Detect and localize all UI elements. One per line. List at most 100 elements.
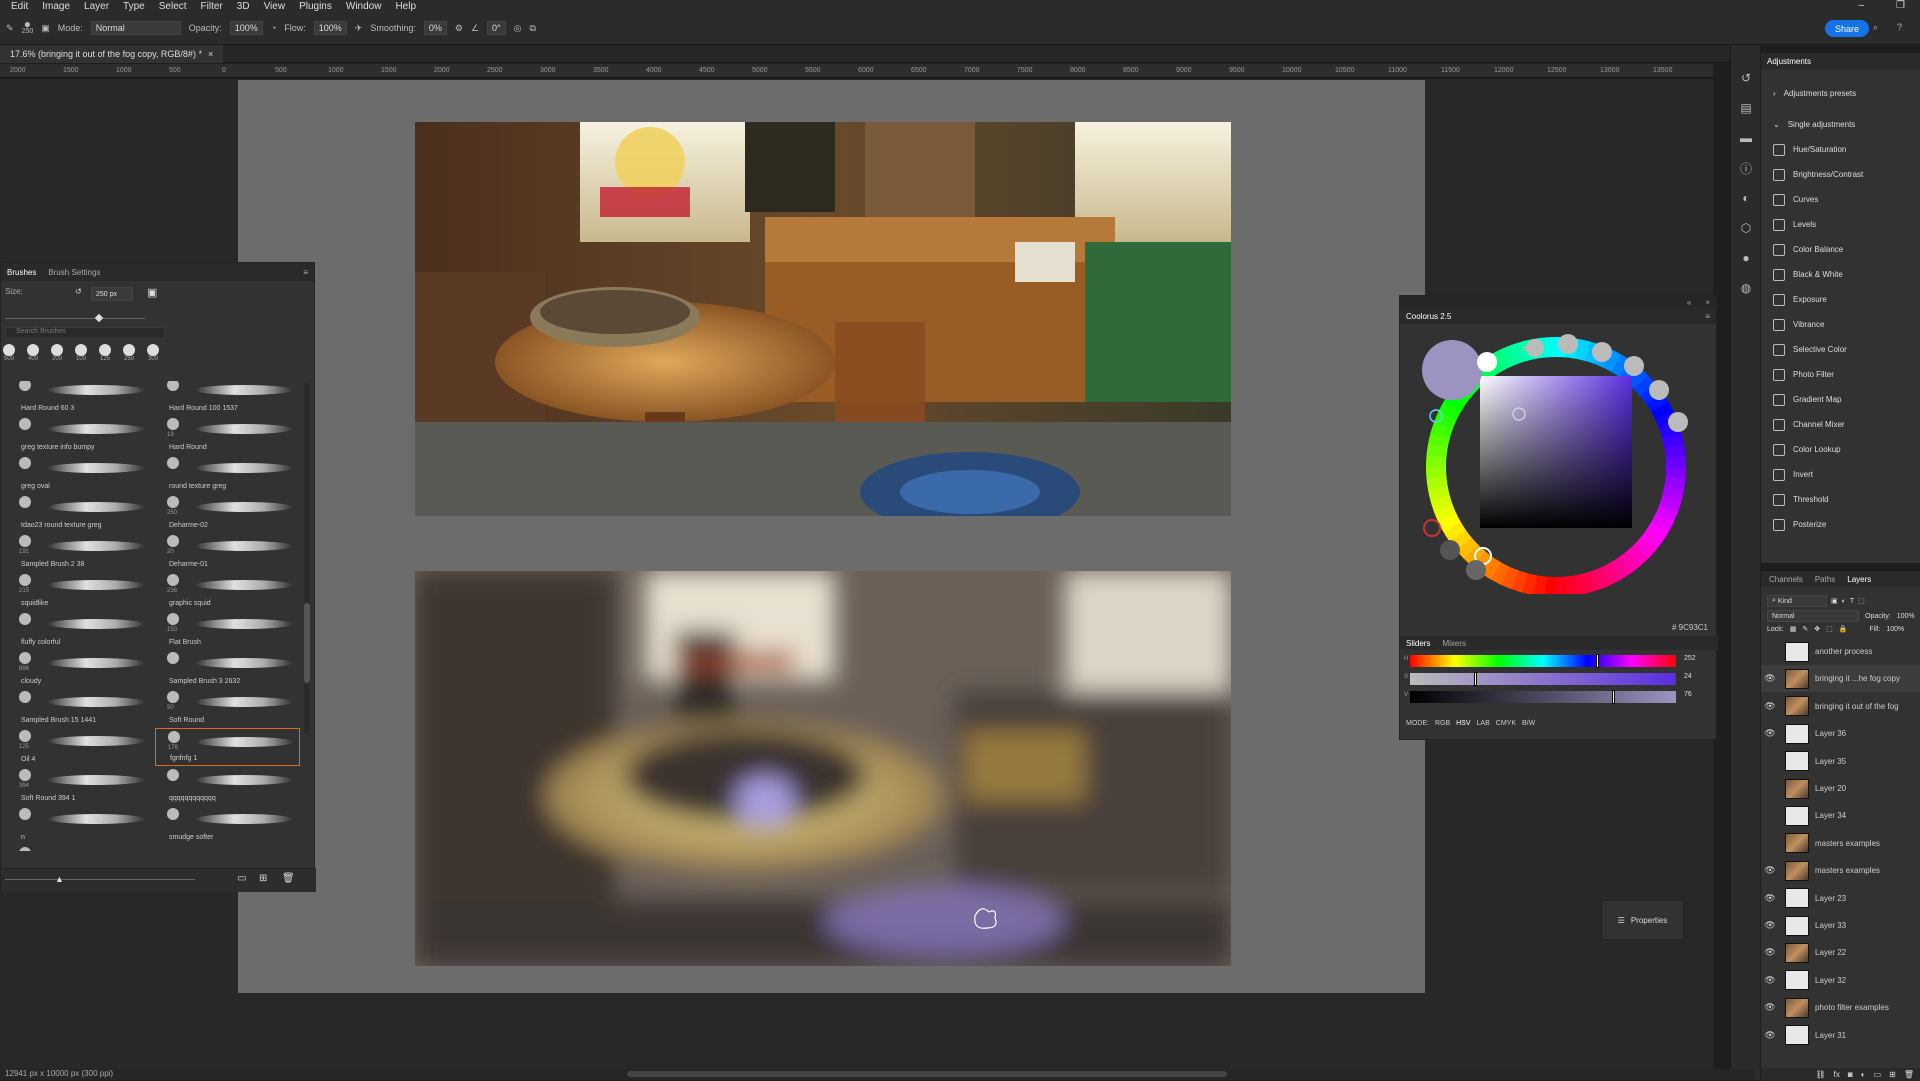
- adjustment-item[interactable]: Posterize: [1761, 512, 1920, 537]
- menu-image[interactable]: Image: [35, 1, 77, 12]
- 3d-icon[interactable]: ⬡: [1731, 213, 1761, 243]
- new-layer-icon[interactable]: ⊞: [1889, 1070, 1896, 1079]
- reset-size-icon[interactable]: ↺: [75, 287, 82, 296]
- layer-row[interactable]: 👁 Layer 31: [1761, 1022, 1920, 1049]
- brush-list-scroll-thumb[interactable]: [304, 603, 310, 683]
- adjustment-item[interactable]: Color Balance: [1761, 237, 1920, 262]
- trash-icon[interactable]: 🗑: [1904, 1070, 1914, 1079]
- adjustment-item[interactable]: Levels: [1761, 212, 1920, 237]
- menu-layer[interactable]: Layer: [77, 1, 116, 12]
- visibility-eye-icon[interactable]: 👁: [1761, 673, 1779, 684]
- adjustment-item[interactable]: Exposure: [1761, 287, 1920, 312]
- single-adjustments-toggle[interactable]: ⌄ Single adjustments: [1761, 112, 1920, 137]
- menu-select[interactable]: Select: [152, 1, 194, 12]
- adjustment-item[interactable]: Selective Color: [1761, 337, 1920, 362]
- painting-layer[interactable]: [415, 571, 1231, 966]
- color-slider-track[interactable]: [1410, 672, 1676, 686]
- close-icon[interactable]: ×: [1705, 298, 1716, 307]
- visibility-eye-icon[interactable]: 👁: [1761, 865, 1779, 876]
- blend-mode-select[interactable]: Normal: [1767, 610, 1859, 622]
- layer-name[interactable]: bringing it out of the fog: [1815, 702, 1899, 711]
- group-icon[interactable]: ▭: [1874, 1070, 1882, 1079]
- pressure-size-icon[interactable]: ◎: [514, 23, 522, 34]
- color-slider-track[interactable]: [1410, 690, 1676, 704]
- brush-size-preset[interactable]: 200: [51, 344, 63, 362]
- color-mode-button[interactable]: HSV: [1456, 720, 1470, 727]
- adjustment-item[interactable]: Threshold: [1761, 487, 1920, 512]
- layer-name[interactable]: another process: [1815, 647, 1872, 656]
- layer-name[interactable]: bringing it ...he fog copy: [1815, 674, 1900, 683]
- layer-name[interactable]: Layer 22: [1815, 948, 1846, 957]
- brush-preset-item[interactable]: 125 Oil 4: [7, 728, 152, 766]
- color-mode-button[interactable]: RGB: [1435, 720, 1450, 727]
- smoothing-field[interactable]: 0%: [423, 21, 447, 35]
- visibility-eye-icon[interactable]: 👁: [1761, 1030, 1779, 1041]
- menu-type[interactable]: Type: [116, 1, 152, 12]
- type-filter-icon[interactable]: T: [1850, 598, 1854, 605]
- preview-size-slider[interactable]: [5, 879, 195, 880]
- brush-preset-item[interactable]: 215 squidlike: [7, 572, 152, 610]
- size-slider[interactable]: [5, 318, 145, 319]
- layer-name[interactable]: Layer 20: [1815, 784, 1846, 793]
- properties-icon[interactable]: ◐: [1731, 183, 1761, 213]
- layer-row[interactable]: 👁 bringing it out of the fog: [1761, 693, 1920, 720]
- history-icon[interactable]: ↺: [1731, 63, 1761, 93]
- brush-preset-item[interactable]: 236 graphic squid: [155, 572, 300, 610]
- shape-filter-icon[interactable]: ⬚: [1858, 597, 1865, 605]
- visibility-eye-icon[interactable]: 👁: [1761, 728, 1779, 739]
- menu-filter[interactable]: Filter: [194, 1, 230, 12]
- new-brush-icon[interactable]: ▣: [147, 286, 157, 299]
- image-filter-icon[interactable]: ▣: [1831, 597, 1838, 605]
- mask-icon[interactable]: ◙: [1848, 1070, 1853, 1079]
- brush-preset-item[interactable]: round texture greg: [155, 455, 300, 493]
- preview-size-handle[interactable]: ▲: [55, 874, 64, 884]
- lock-all-icon[interactable]: 🔒: [1839, 625, 1848, 633]
- adjustment-item[interactable]: Vibrance: [1761, 312, 1920, 337]
- brush-settings-icon[interactable]: ▣: [41, 23, 50, 34]
- layer-row[interactable]: 👁 Layer 32: [1761, 967, 1920, 994]
- kind-filter-select[interactable]: ⌕ Kind: [1767, 595, 1827, 607]
- brush-size-preset[interactable]: 125: [99, 344, 111, 362]
- layer-name[interactable]: Layer 32: [1815, 976, 1846, 985]
- angle-field[interactable]: 0°: [487, 21, 506, 35]
- layer-row[interactable]: Layer 20: [1761, 775, 1920, 802]
- layer-opacity-value[interactable]: 100%: [1897, 613, 1915, 620]
- collapse-icon[interactable]: «: [1687, 298, 1705, 307]
- maximize-icon[interactable]: ❐: [1889, 0, 1912, 11]
- brush-preset-item[interactable]: 19 Hard Round: [155, 416, 300, 454]
- brush-preset-item[interactable]: great mix: [7, 845, 152, 851]
- right-scrollbar[interactable]: [1755, 345, 1760, 1045]
- adjustment-item[interactable]: Channel Mixer: [1761, 412, 1920, 437]
- color-mode-button[interactable]: CMYK: [1496, 720, 1516, 727]
- menu-view[interactable]: View: [257, 1, 293, 12]
- symmetry-icon[interactable]: ⧉: [530, 23, 536, 34]
- add-brush-icon[interactable]: ⊞: [259, 873, 267, 884]
- hue-ring-segment[interactable]: [1665, 455, 1686, 469]
- size-field[interactable]: 250 px: [91, 287, 133, 301]
- visibility-eye-icon[interactable]: 👁: [1761, 893, 1779, 904]
- link-icon[interactable]: ⛓: [1816, 1070, 1826, 1079]
- adjustment-item[interactable]: Black & White: [1761, 262, 1920, 287]
- menu-plugins[interactable]: Plugins: [292, 1, 339, 12]
- minimize-icon[interactable]: –: [1851, 0, 1871, 11]
- tab-paths[interactable]: Paths: [1815, 575, 1835, 584]
- brush-preset-item[interactable]: 50 Soft Round: [155, 689, 300, 727]
- adjustment-item[interactable]: Brightness/Contrast: [1761, 162, 1920, 187]
- brush-preset-item[interactable]: 394 Soft Round 394 1: [7, 767, 152, 805]
- adjustment-item[interactable]: Curves: [1761, 187, 1920, 212]
- gear-icon[interactable]: ⚙: [455, 23, 463, 34]
- slider-handle[interactable]: [1612, 690, 1616, 704]
- layer-name[interactable]: photo filter examples: [1815, 1003, 1889, 1012]
- brush-preset-item[interactable]: 896 cloudy: [7, 650, 152, 688]
- menu-3d[interactable]: 3D: [230, 1, 257, 12]
- layer-row[interactable]: 👁 Layer 33: [1761, 912, 1920, 939]
- comments-icon[interactable]: ▬: [1731, 123, 1761, 153]
- color-mode-button[interactable]: LAB: [1477, 720, 1490, 727]
- layer-row[interactable]: 👁 bringing it ...he fog copy: [1761, 665, 1920, 693]
- visibility-eye-icon[interactable]: 👁: [1761, 947, 1779, 958]
- layer-row[interactable]: 👁 masters examples: [1761, 857, 1920, 884]
- tab-brush-settings[interactable]: Brush Settings: [42, 268, 106, 277]
- brush-size-preset[interactable]: 250: [123, 344, 135, 362]
- menu-help[interactable]: Help: [388, 1, 423, 12]
- tab-channels[interactable]: Channels: [1769, 575, 1803, 584]
